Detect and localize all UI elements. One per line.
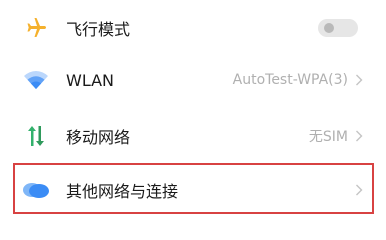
cloud-icon xyxy=(22,176,50,204)
airplane-mode-label: 飞行模式 xyxy=(66,20,131,39)
wifi-icon xyxy=(22,66,50,94)
mobile-network-label: 移动网络 xyxy=(66,128,131,147)
settings-item-wlan[interactable]: WLAN AutoTest-WPA(3) xyxy=(0,52,386,108)
mobile-data-icon xyxy=(22,122,50,150)
toggle-knob xyxy=(324,23,334,33)
settings-item-other-connections[interactable]: 其他网络与连接 xyxy=(0,162,386,218)
mobile-network-status: 无SIM xyxy=(308,129,348,145)
chevron-right-icon xyxy=(354,73,364,87)
airplane-mode-toggle[interactable] xyxy=(318,19,358,37)
settings-item-airplane-mode[interactable]: 飞行模式 xyxy=(0,0,386,56)
wlan-label: WLAN xyxy=(66,70,115,90)
other-connections-label: 其他网络与连接 xyxy=(66,182,179,201)
airplane-icon xyxy=(22,14,50,42)
chevron-right-icon xyxy=(354,129,364,143)
settings-item-mobile-network[interactable]: 移动网络 无SIM xyxy=(0,108,386,164)
chevron-right-icon xyxy=(354,183,364,197)
wlan-network-name: AutoTest-WPA(3) xyxy=(232,72,348,88)
